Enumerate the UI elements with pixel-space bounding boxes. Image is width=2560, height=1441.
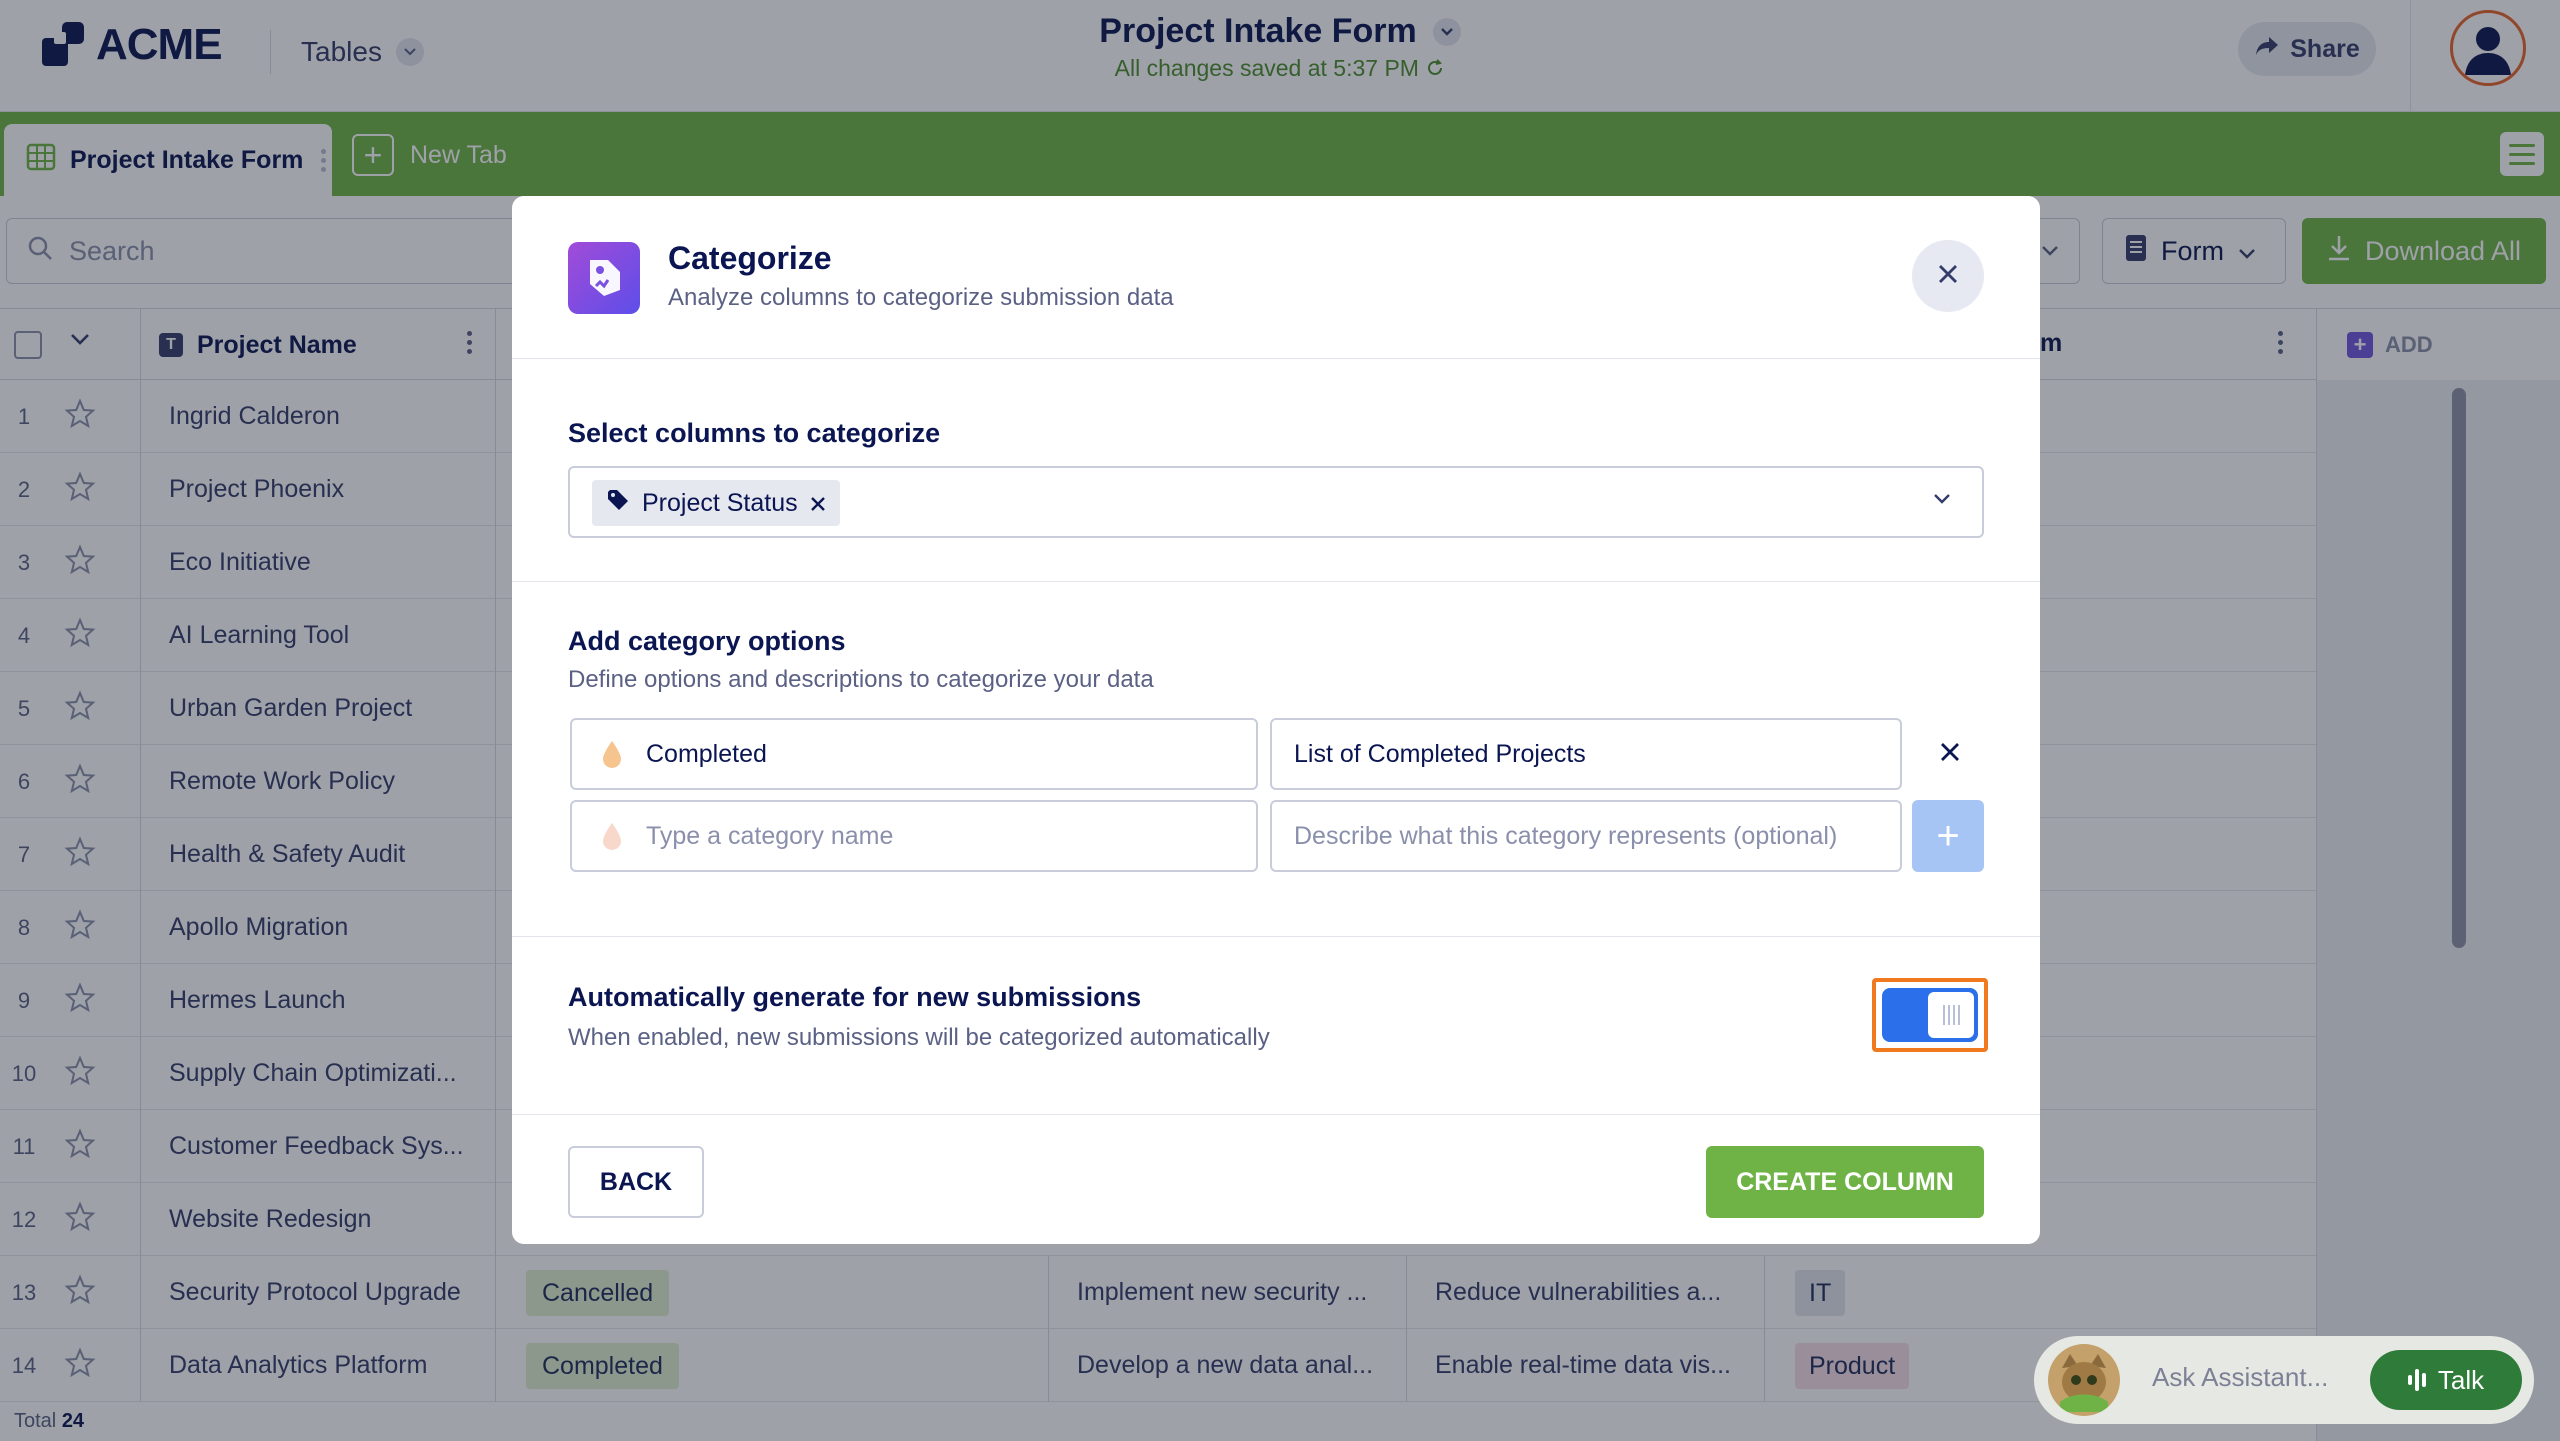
new-category-description-input[interactable]: Describe what this category represents (… — [1270, 800, 1902, 872]
selected-column-chip[interactable]: Project Status — [592, 480, 840, 526]
categorize-modal: Categorize Analyze columns to categorize… — [512, 196, 2040, 1244]
talk-button[interactable]: Talk — [2370, 1350, 2522, 1410]
modal-divider — [512, 1114, 2040, 1115]
assistant-bar[interactable]: Ask Assistant... Talk — [2034, 1336, 2534, 1424]
category-description-input[interactable]: List of Completed Projects — [1270, 718, 1902, 790]
assistant-placeholder: Ask Assistant... — [2152, 1362, 2329, 1392]
columns-multiselect[interactable]: Project Status — [568, 466, 1984, 538]
create-column-button[interactable]: CREATE COLUMN — [1706, 1146, 1984, 1218]
category-name-value: Completed — [646, 739, 767, 768]
modal-subtitle: Analyze columns to categorize submission… — [668, 284, 1174, 311]
modal-title: Categorize — [668, 240, 832, 276]
auto-generate-toggle[interactable] — [1882, 988, 1978, 1042]
select-columns-label: Select columns to categorize — [568, 418, 941, 448]
chip-label: Project Status — [642, 488, 798, 517]
modal-divider — [512, 936, 2040, 937]
remove-option-icon[interactable] — [1938, 736, 1962, 770]
close-button[interactable] — [1912, 240, 1984, 312]
color-drop-icon[interactable] — [600, 739, 624, 769]
color-drop-icon[interactable] — [600, 821, 624, 851]
modal-divider — [512, 581, 2040, 582]
toggle-focus-ring — [1872, 978, 1988, 1052]
assistant-avatar-icon — [2048, 1344, 2120, 1416]
category-name-input[interactable]: Completed — [570, 718, 1258, 790]
voice-wave-icon — [2407, 1369, 2426, 1391]
new-category-description-placeholder: Describe what this category represents (… — [1294, 821, 1838, 850]
add-option-button[interactable]: + — [1912, 800, 1984, 872]
chevron-down-icon — [1932, 492, 1952, 511]
auto-generate-subtitle: When enabled, new submissions will be ca… — [568, 1024, 1270, 1051]
category-options-subtitle: Define options and descriptions to categ… — [568, 666, 1154, 693]
new-category-name-placeholder: Type a category name — [646, 821, 894, 850]
remove-chip-icon[interactable] — [810, 490, 826, 516]
category-options-label: Add category options — [568, 626, 846, 656]
categorize-tag-icon — [568, 242, 640, 314]
new-category-name-input[interactable]: Type a category name — [570, 800, 1258, 872]
talk-label: Talk — [2437, 1364, 2485, 1395]
auto-generate-label: Automatically generate for new submissio… — [568, 982, 1142, 1012]
modal-divider — [512, 358, 2040, 359]
tag-icon — [606, 488, 630, 519]
category-description-value: List of Completed Projects — [1294, 739, 1586, 768]
close-icon — [1937, 263, 1959, 290]
plus-icon: + — [1936, 814, 1960, 858]
back-button[interactable]: BACK — [568, 1146, 704, 1218]
toggle-knob — [1928, 992, 1974, 1038]
